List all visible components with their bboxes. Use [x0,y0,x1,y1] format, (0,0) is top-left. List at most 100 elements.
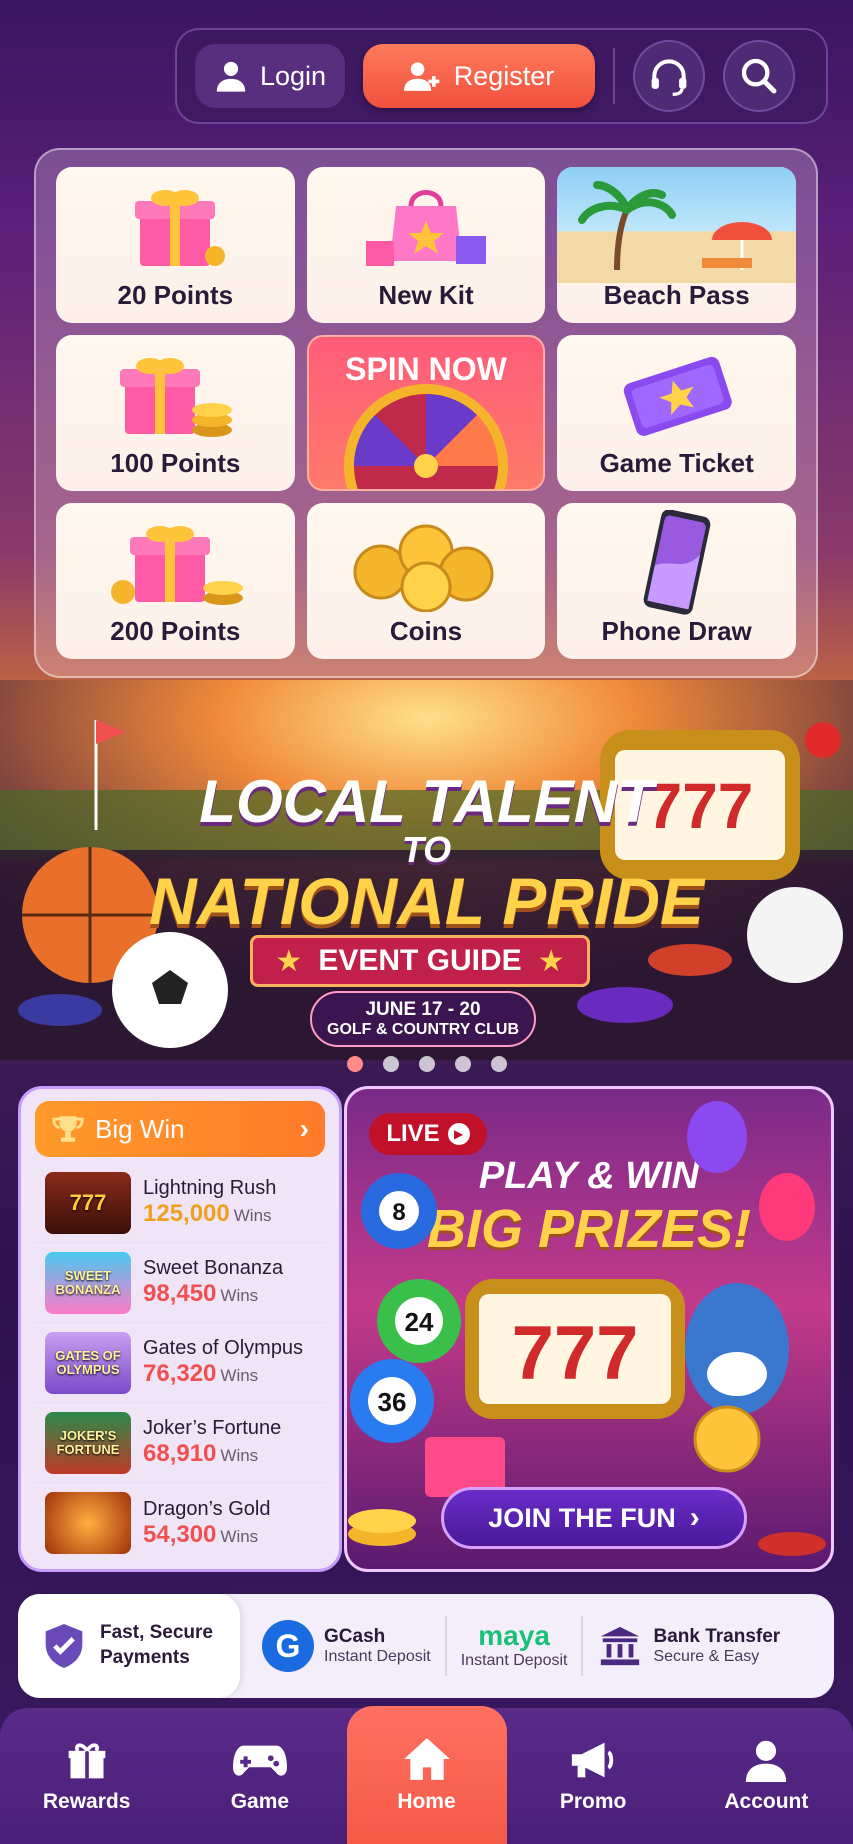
reward-label: 200 Points [110,616,241,646]
live-badge: LIVE ▶ [369,1113,487,1155]
headset-icon [651,59,687,96]
join-label: JOIN THE FUN [488,1502,676,1533]
nav-game[interactable]: Game [173,1708,346,1844]
join-the-fun-button[interactable]: JOIN THE FUN › [441,1487,747,1549]
register-button[interactable]: Register [363,44,595,108]
game-name: Sweet Bonanza [143,1257,284,1279]
gcash-logo-icon: G [262,1620,314,1672]
secure-line1: Fast, Secure [100,1622,213,1644]
win-amount: 76,320 [143,1360,217,1387]
carousel-dots [0,1056,853,1072]
nav-home[interactable]: Home [346,1706,507,1844]
bingo-ball-icon [377,1279,461,1363]
user-icon [216,61,246,92]
shark-mascot-icon [685,1283,789,1415]
account-icon [746,1740,787,1782]
event-venue: GOLF & COUNTRY CLUB [327,1021,519,1038]
support-button[interactable] [633,40,705,112]
game-thumbnail: SWEET BONANZA [45,1251,131,1314]
reward-20-points[interactable]: 20 Points [56,167,295,323]
list-item[interactable]: Dragon’s Gold 54,300 Wins [35,1483,325,1563]
play-icon: ▶ [447,1123,470,1145]
payment-name: Bank Transfer [653,1626,781,1647]
search-button[interactable] [723,40,795,112]
carousel-dot[interactable] [346,1056,363,1072]
nav-label: Account [724,1790,809,1813]
nav-label: Game [230,1790,290,1813]
rewards-grid: 20 Points New Kit Beach Pass 100 Points … [34,148,818,678]
nav-promo[interactable]: Promo [507,1708,680,1844]
bingo-ball-icon [350,1359,434,1443]
divider [613,48,615,104]
carousel-dot[interactable] [490,1056,507,1072]
big-win-list: 777 Lightning Rush 125,000 Wins SWEET BON… [35,1163,325,1563]
gift-box-icon [56,511,295,613]
prize-wheel-icon [341,381,511,489]
list-item[interactable]: 777 Lightning Rush 125,000 Wins [35,1163,325,1243]
slot-machine-icon [465,1279,685,1419]
reward-label: 100 Points [110,448,241,478]
payment-sub: Instant Deposit [460,1652,568,1669]
gift-box-icon [56,175,295,277]
ticket-icon [557,343,796,445]
star-icon: ★ [275,944,303,978]
payment-maya[interactable]: maya Instant Deposit [444,1616,582,1676]
reward-beach-pass[interactable]: Beach Pass [557,167,796,323]
top-bar: Login Register [175,28,828,124]
game-name: Gates of Olympus [143,1337,304,1359]
live-label: LIVE [386,1120,440,1147]
game-thumbnail: JOKER'S FORTUNE [45,1411,131,1474]
carousel-dot[interactable] [382,1056,399,1072]
bank-icon [601,1626,640,1666]
payment-methods-bar: Fast, Secure Payments G GCash Instant Depo… [18,1594,834,1698]
nav-label: Promo [559,1790,627,1813]
reward-new-kit[interactable]: New Kit [306,167,546,323]
reward-coins[interactable]: Coins [306,503,546,659]
nav-label: Rewards [42,1790,131,1813]
event-banner[interactable]: 777 LOCAL TALENT TO NATIONAL PRIDE ★ EVE… [0,680,853,1060]
add-user-icon [403,62,440,91]
nav-rewards[interactable]: Rewards [0,1708,173,1844]
carousel-dot[interactable] [418,1056,435,1072]
gamepad-icon [232,1745,287,1776]
win-unit: Wins [220,1286,259,1305]
event-date: JUNE 17 - 20 [365,999,481,1020]
home-icon [403,1738,450,1780]
big-win-header[interactable]: Big Win › [35,1101,325,1157]
reward-label: Game Ticket [599,448,754,478]
big-win-title: Big Win [95,1113,185,1144]
coin-icon [693,1405,761,1473]
play-win-promo[interactable]: LIVE ▶ PLAY & WIN BIG PRIZES! 8 24 36 77… [344,1086,834,1572]
reward-game-ticket[interactable]: Game Ticket [557,335,796,491]
game-thumbnail: GATES OF OLYMPUS [45,1331,131,1394]
search-icon [741,58,777,94]
nav-account[interactable]: Account [680,1708,853,1844]
carousel-dot[interactable] [454,1056,471,1072]
phone-icon [557,509,796,615]
banner-title: LOCAL TALENT TO NATIONAL PRIDE [0,768,853,935]
login-button[interactable]: Login [195,44,345,108]
win-unit: Wins [220,1366,259,1385]
spin-now-button[interactable]: SPIN NOW [306,335,546,491]
reward-phone-draw[interactable]: Phone Draw [557,503,796,659]
ball-number: 24 [405,1307,434,1337]
reward-label: 20 Points [117,280,234,310]
payment-bank-transfer[interactable]: Bank Transfer Secure & Easy [581,1616,794,1676]
list-item[interactable]: GATES OF OLYMPUS Gates of Olympus 76,320… [35,1323,325,1403]
big-win-panel: Big Win › 777 Lightning Rush 125,000 Wins… [18,1086,342,1572]
reward-100-points[interactable]: 100 Points [56,335,295,491]
promo-title-line1: PLAY & WIN [478,1155,700,1197]
payment-gcash[interactable]: G GCash Instant Deposit [240,1616,445,1676]
banner-title-line1: LOCAL TALENT [199,768,654,835]
nav-label: Home [397,1790,456,1813]
beach-icon [557,167,796,283]
win-amount: 54,300 [143,1520,217,1548]
reward-label: Phone Draw [601,616,752,646]
promo-title-line2: BIG PRIZES! [426,1199,752,1259]
shield-check-icon [45,1624,83,1668]
maya-logo: maya [478,1620,550,1651]
game-thumbnail: 777 [45,1171,131,1234]
reward-200-points[interactable]: 200 Points [56,503,295,659]
list-item[interactable]: JOKER'S FORTUNE Joker’s Fortune 68,910 Wi… [35,1403,325,1483]
list-item[interactable]: SWEET BONANZA Sweet Bonanza 98,450 Wins [35,1243,325,1323]
